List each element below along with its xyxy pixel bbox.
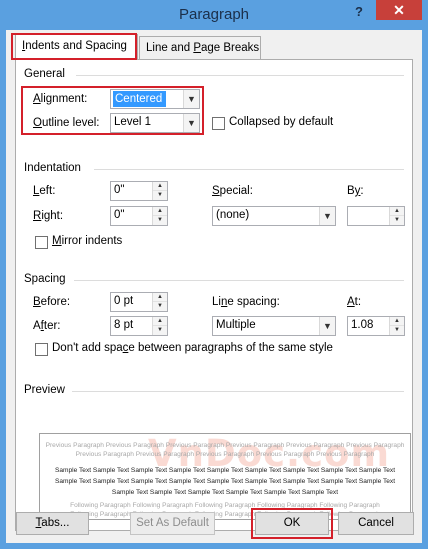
spin-up-icon[interactable]: ▲ <box>390 317 404 326</box>
outline-level-select[interactable]: Level 1 ▼ <box>110 113 200 133</box>
alignment-label: Alignment: <box>33 93 88 105</box>
preview-previous-line: Previous Paragraph Previous Paragraph Pr… <box>45 442 405 449</box>
spin-up-icon[interactable]: ▲ <box>153 182 167 191</box>
spin-down-icon[interactable]: ▼ <box>390 326 404 335</box>
preview-sample-line: Sample Text Sample Text Sample Text Samp… <box>54 467 396 474</box>
chevron-down-icon[interactable]: ▼ <box>183 114 199 132</box>
spin-down-icon[interactable]: ▼ <box>153 216 167 225</box>
alignment-select[interactable]: Centered ▼ <box>110 89 200 109</box>
tab-label: ndents and Spacing <box>25 40 127 52</box>
ok-button[interactable]: OK <box>255 512 329 535</box>
tab-label: age Breaks <box>201 42 260 54</box>
collapsed-by-default-label: Collapsed by default <box>229 116 334 128</box>
spacing-before-spinner[interactable]: 0 pt ▲ ▼ <box>110 292 168 312</box>
title-bar[interactable]: Paragraph ? ✕ <box>0 0 428 30</box>
by-label: By: <box>347 185 364 197</box>
indent-right-spinner[interactable]: 0" ▲ ▼ <box>110 206 168 226</box>
tab-indents-and-spacing[interactable]: Indents and Spacing <box>15 34 138 60</box>
special-select[interactable]: (none) ▼ <box>212 206 336 226</box>
tab-label-pre: Line and <box>146 42 194 54</box>
chevron-down-icon[interactable]: ▼ <box>319 207 335 225</box>
mirror-indents-label: Mirror indents <box>52 235 123 247</box>
indent-left-value: 0" <box>114 184 125 196</box>
spacing-after-value: 8 pt <box>114 319 134 331</box>
tab-line-and-page-breaks[interactable]: Line and Page Breaks <box>139 36 261 60</box>
special-value: (none) <box>216 209 250 221</box>
spin-down-icon[interactable]: ▼ <box>153 302 167 311</box>
tabs-button[interactable]: Tabs... <box>16 512 89 535</box>
collapsed-by-default-checkbox[interactable] <box>212 117 225 130</box>
outline-level-label: Outline level: <box>33 117 100 129</box>
line-spacing-value: Multiple <box>216 319 256 331</box>
spacing-before-value: 0 pt <box>114 295 134 307</box>
alignment-value: Centered <box>113 91 167 107</box>
at-spinner[interactable]: 1.08 ▲ ▼ <box>347 316 405 336</box>
paragraph-preview: VnDoc.com Previous Paragraph Previous Pa… <box>39 433 411 520</box>
spin-down-icon[interactable]: ▼ <box>390 216 404 225</box>
outline-level-value: Level 1 <box>114 116 152 128</box>
spin-up-icon[interactable]: ▲ <box>390 207 404 216</box>
indent-left-spinner[interactable]: 0" ▲ ▼ <box>110 181 168 201</box>
section-title-spacing: Spacing <box>24 273 66 285</box>
before-label: Before: <box>33 296 71 308</box>
chevron-down-icon[interactable]: ▼ <box>183 90 199 108</box>
help-button[interactable]: ? <box>348 2 370 22</box>
by-spinner[interactable]: ▲ ▼ <box>347 206 405 226</box>
line-spacing-label: Line spacing: <box>212 296 280 308</box>
preview-following-line: Following Paragraph Following Paragraph … <box>70 502 380 509</box>
at-value: 1.08 <box>351 319 374 331</box>
indent-right-value: 0" <box>114 209 125 221</box>
divider <box>76 75 404 76</box>
spin-up-icon[interactable]: ▲ <box>153 207 167 216</box>
section-title-general: General <box>24 68 65 80</box>
close-button[interactable]: ✕ <box>376 0 422 20</box>
divider <box>94 169 404 170</box>
indent-left-label: Left: <box>33 185 56 197</box>
spacing-after-spinner[interactable]: 8 pt ▲ ▼ <box>110 316 168 336</box>
tab-page-indents-and-spacing: General Alignment: Centered ▼ Outline le… <box>15 59 413 531</box>
tab-mnemonic: P <box>193 42 201 54</box>
mirror-indents-checkbox[interactable] <box>35 236 48 249</box>
divider <box>72 391 404 392</box>
dont-add-space-checkbox[interactable] <box>35 343 48 356</box>
spin-down-icon[interactable]: ▼ <box>153 191 167 200</box>
at-label: At: <box>347 296 362 308</box>
divider <box>74 280 404 281</box>
after-label: After: <box>33 320 61 332</box>
dont-add-space-label: Don't add space between paragraphs of th… <box>52 342 333 354</box>
spin-up-icon[interactable]: ▲ <box>153 317 167 326</box>
cancel-button[interactable]: Cancel <box>338 512 414 535</box>
section-title-preview: Preview <box>24 384 65 396</box>
special-label: Special: <box>212 185 253 197</box>
indent-right-label: Right: <box>33 210 64 222</box>
set-as-default-button[interactable]: Set As Default <box>130 512 215 535</box>
preview-sample-line: Sample Text Sample Text Sample Text Samp… <box>54 478 396 485</box>
line-spacing-select[interactable]: Multiple ▼ <box>212 316 336 336</box>
spin-up-icon[interactable]: ▲ <box>153 293 167 302</box>
dialog-body: Indents and Spacing Line and Page Breaks… <box>6 30 422 543</box>
paragraph-dialog: Paragraph ? ✕ Indents and Spacing Line a… <box>0 0 428 549</box>
preview-sample-line: Sample Text Sample Text Sample Text Samp… <box>111 489 339 496</box>
chevron-down-icon[interactable]: ▼ <box>319 317 335 335</box>
spin-down-icon[interactable]: ▼ <box>153 326 167 335</box>
preview-previous-line: Previous Paragraph Previous Paragraph Pr… <box>75 451 375 458</box>
section-title-indentation: Indentation <box>24 162 81 174</box>
